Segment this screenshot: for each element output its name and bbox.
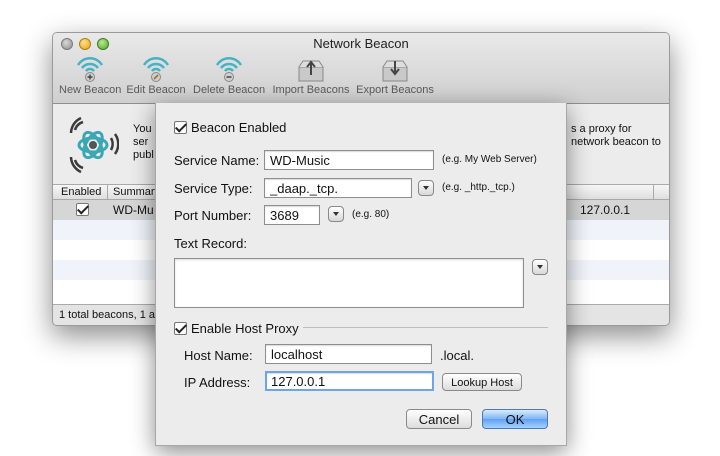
enable-host-proxy-checkbox[interactable]: [174, 322, 187, 335]
lookup-host-button[interactable]: Lookup Host: [442, 373, 522, 391]
new-beacon-label: New Beacon: [59, 84, 122, 96]
ip-address-input[interactable]: [265, 371, 434, 391]
beacon-enabled-label: Beacon Enabled: [191, 120, 287, 135]
host-name-label: Host Name:: [184, 348, 253, 363]
new-beacon-button[interactable]: New Beacon: [59, 55, 121, 96]
row-address: 127.0.0.1: [580, 203, 631, 217]
service-type-dropdown-button[interactable]: [418, 180, 434, 196]
row-enabled-checkbox[interactable]: [76, 203, 89, 216]
import-beacons-label: Import Beacons: [272, 84, 350, 96]
delete-beacon-button[interactable]: Delete Beacon: [193, 55, 265, 96]
export-beacons-button[interactable]: Export Beacons: [355, 55, 435, 96]
port-number-input[interactable]: [264, 205, 320, 225]
service-type-input[interactable]: [264, 178, 412, 198]
export-beacons-label: Export Beacons: [356, 84, 434, 96]
status-text: 1 total beacons, 1 ac: [59, 309, 161, 321]
column-enabled-header[interactable]: Enabled: [61, 186, 101, 198]
info-text-right: s a proxy for network beacon to: [571, 123, 661, 148]
service-name-hint: (e.g. My Web Server): [442, 154, 537, 165]
beacon-enabled-checkbox[interactable]: [174, 121, 187, 134]
edit-beacon-button[interactable]: Edit Beacon: [125, 55, 187, 96]
host-name-input[interactable]: [265, 344, 432, 364]
enable-host-proxy-label: Enable Host Proxy: [191, 321, 299, 336]
port-number-dropdown-button[interactable]: [328, 206, 344, 222]
edit-beacon-label: Edit Beacon: [126, 84, 186, 96]
import-tray-icon: [298, 60, 324, 82]
cancel-button[interactable]: Cancel: [406, 409, 472, 429]
host-proxy-separator: [303, 327, 548, 328]
text-record-dropdown-button[interactable]: [532, 259, 548, 275]
service-name-input[interactable]: [264, 150, 434, 170]
port-number-label: Port Number:: [174, 208, 252, 223]
title-bar: Network Beacon New Beacon Edit Beacon De…: [53, 33, 669, 104]
ip-address-label: IP Address:: [184, 375, 251, 390]
text-record-label: Text Record:: [174, 236, 247, 251]
port-number-hint: (e.g. 80): [352, 209, 390, 220]
host-name-suffix: .local.: [440, 348, 474, 363]
new-beacon-icon: [76, 56, 104, 82]
row-summary: WD-Mu: [113, 203, 154, 217]
service-type-label: Service Type:: [174, 181, 253, 196]
network-beacon-logo-icon: [69, 116, 119, 174]
import-beacons-button[interactable]: Import Beacons: [271, 55, 351, 96]
delete-beacon-label: Delete Beacon: [193, 84, 266, 96]
window-title: Network Beacon: [313, 36, 409, 51]
info-text-left: You ser publ: [133, 123, 154, 161]
column-summary-header[interactable]: Summary: [113, 186, 160, 198]
edit-beacon-icon: [142, 56, 170, 82]
delete-beacon-icon: [215, 56, 243, 82]
text-record-input[interactable]: [174, 258, 524, 308]
export-tray-icon: [382, 60, 408, 82]
beacon-edit-sheet: Beacon Enabled Service Name: (e.g. My We…: [155, 103, 567, 446]
service-type-hint: (e.g. _http._tcp.): [442, 182, 515, 193]
ok-button[interactable]: OK: [482, 409, 548, 429]
service-name-label: Service Name:: [174, 153, 260, 168]
